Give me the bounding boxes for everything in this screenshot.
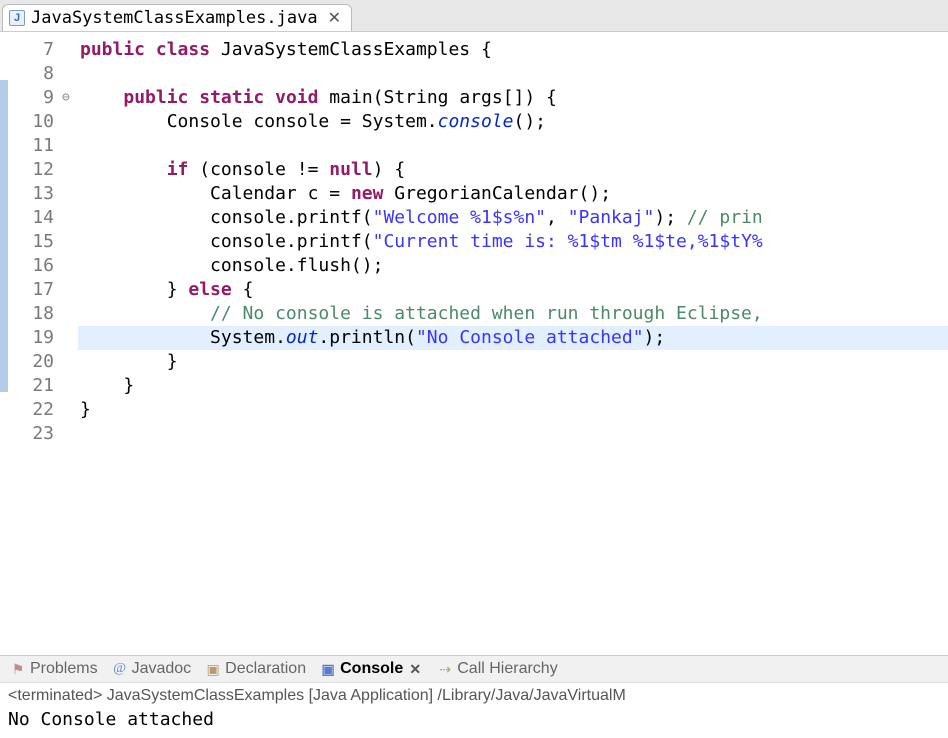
- gutter-marker: [0, 248, 8, 272]
- code-line[interactable]: Calendar c = new GregorianCalendar();: [78, 182, 948, 206]
- code-line[interactable]: [78, 62, 948, 86]
- tab-declaration[interactable]: ▣ Declaration: [205, 660, 306, 678]
- line-number: 10: [8, 110, 54, 134]
- fold-spacer: [62, 230, 78, 254]
- line-number: 21: [8, 374, 54, 398]
- code-line[interactable]: console.printf("Current time is: %1$tm %…: [78, 230, 948, 254]
- gutter-marker: [0, 128, 8, 152]
- line-number: 23: [8, 422, 54, 446]
- line-number: 20: [8, 350, 54, 374]
- java-file-icon: J: [9, 10, 25, 26]
- bottom-view-tabs: ⚑ Problems @ Javadoc ▣ Declaration ▣ Con…: [0, 655, 948, 682]
- tab-call-hierarchy-label: Call Hierarchy: [457, 660, 557, 678]
- tab-console-label: Console: [340, 660, 403, 678]
- line-number: 13: [8, 182, 54, 206]
- fold-spacer: [62, 38, 78, 62]
- line-number: 7: [8, 38, 54, 62]
- gutter-marker: [0, 392, 8, 416]
- code-line[interactable]: console.flush();: [78, 254, 948, 278]
- code-area[interactable]: public class JavaSystemClassExamples { p…: [78, 32, 948, 655]
- problems-icon: ⚑: [10, 661, 26, 677]
- console-icon: ▣: [320, 661, 336, 677]
- editor-tab[interactable]: J JavaSystemClassExamples.java ✕: [2, 4, 352, 31]
- code-line[interactable]: [78, 422, 948, 446]
- code-line[interactable]: public class JavaSystemClassExamples {: [78, 38, 948, 62]
- editor-tab-bar: J JavaSystemClassExamples.java ✕: [0, 0, 948, 32]
- fold-column: ⊖: [62, 32, 78, 655]
- code-line[interactable]: // No console is attached when run throu…: [78, 302, 948, 326]
- tab-problems[interactable]: ⚑ Problems: [10, 660, 98, 678]
- fold-spacer: [62, 158, 78, 182]
- fold-spacer: [62, 206, 78, 230]
- line-number: 16: [8, 254, 54, 278]
- line-number: 12: [8, 158, 54, 182]
- gutter-marker: [0, 320, 8, 344]
- line-number: 9: [8, 86, 54, 110]
- gutter-marker: [0, 200, 8, 224]
- code-line[interactable]: }: [78, 374, 948, 398]
- code-line[interactable]: } else {: [78, 278, 948, 302]
- code-line[interactable]: public static void main(String args[]) {: [78, 86, 948, 110]
- gutter-marker: [0, 176, 8, 200]
- code-line[interactable]: }: [78, 350, 948, 374]
- fold-spacer: [62, 134, 78, 158]
- gutter-marker: [0, 224, 8, 248]
- tab-problems-label: Problems: [30, 660, 98, 678]
- close-icon[interactable]: ✕: [328, 8, 341, 28]
- gutter-marker: [0, 296, 8, 320]
- fold-spacer: [62, 398, 78, 422]
- fold-spacer: [62, 326, 78, 350]
- fold-spacer: [62, 278, 78, 302]
- console-output[interactable]: No Console attached: [0, 709, 948, 738]
- gutter-marker: [0, 368, 8, 392]
- gutter-marker: [0, 32, 8, 56]
- line-number: 19: [8, 326, 54, 350]
- line-number: 14: [8, 206, 54, 230]
- gutter-marker: [0, 80, 8, 104]
- tab-console[interactable]: ▣ Console ✕: [320, 660, 423, 678]
- fold-spacer: [62, 374, 78, 398]
- line-number: 11: [8, 134, 54, 158]
- fold-spacer: [62, 110, 78, 134]
- javadoc-icon: @: [112, 661, 128, 677]
- call-hierarchy-icon: ⇢: [437, 661, 453, 677]
- code-line[interactable]: System.out.println("No Console attached"…: [78, 326, 948, 350]
- line-number: 15: [8, 230, 54, 254]
- editor-tab-filename: JavaSystemClassExamples.java: [31, 8, 318, 28]
- line-number: 18: [8, 302, 54, 326]
- code-line[interactable]: console.printf("Welcome %1$s%n", "Pankaj…: [78, 206, 948, 230]
- gutter-marker: [0, 272, 8, 296]
- gutter-marker-column: [0, 32, 8, 655]
- gutter-marker: [0, 152, 8, 176]
- tab-javadoc[interactable]: @ Javadoc: [112, 660, 192, 678]
- fold-spacer: [62, 350, 78, 374]
- tab-javadoc-label: Javadoc: [132, 660, 192, 678]
- code-line[interactable]: }: [78, 398, 948, 422]
- code-editor[interactable]: 7891011121314151617181920212223 ⊖ public…: [0, 32, 948, 655]
- fold-toggle-icon[interactable]: ⊖: [62, 86, 78, 110]
- close-icon[interactable]: ✕: [407, 661, 423, 677]
- gutter-marker: [0, 416, 8, 440]
- tab-call-hierarchy[interactable]: ⇢ Call Hierarchy: [437, 660, 557, 678]
- line-number: 22: [8, 398, 54, 422]
- gutter-marker: [0, 56, 8, 80]
- line-number: 17: [8, 278, 54, 302]
- code-line[interactable]: Console console = System.console();: [78, 110, 948, 134]
- line-number-column: 7891011121314151617181920212223: [8, 32, 62, 655]
- fold-spacer: [62, 422, 78, 446]
- code-line[interactable]: if (console != null) {: [78, 158, 948, 182]
- gutter-marker: [0, 344, 8, 368]
- console-run-header: <terminated> JavaSystemClassExamples [Ja…: [0, 682, 948, 709]
- fold-spacer: [62, 182, 78, 206]
- line-number: 8: [8, 62, 54, 86]
- fold-spacer: [62, 302, 78, 326]
- fold-spacer: [62, 254, 78, 278]
- fold-spacer: [62, 62, 78, 86]
- declaration-icon: ▣: [205, 661, 221, 677]
- code-line[interactable]: [78, 134, 948, 158]
- gutter-marker: [0, 104, 8, 128]
- tab-declaration-label: Declaration: [225, 660, 306, 678]
